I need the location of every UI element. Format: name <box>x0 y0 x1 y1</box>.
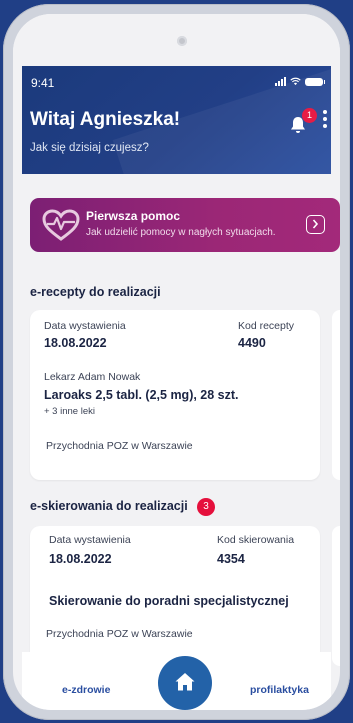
prescription-code-value: 4490 <box>238 336 266 350</box>
prescriptions-section-title: e-recepty do realizacji <box>30 285 161 299</box>
greeting-title: Witaj Agnieszka! <box>30 109 181 130</box>
nav-profilaktyka[interactable]: profilaktyka <box>250 684 309 696</box>
referral-date-label: Data wystawienia <box>49 534 131 546</box>
status-time: 9:41 <box>31 76 55 90</box>
signal-icon <box>275 77 286 86</box>
home-icon <box>175 673 195 691</box>
prescription-medicine: Laroaks 2,5 tabl. (2,5 mg), 28 szt. <box>44 388 239 402</box>
wifi-icon <box>290 77 301 86</box>
referral-date-value: 18.08.2022 <box>49 552 112 566</box>
heart-pulse-icon <box>42 209 80 241</box>
phone-screen: 9:41 Witaj Agnieszka! Jak się dzisiaj cz… <box>13 14 340 710</box>
referral-clinic: Przychodnia POZ w Warszawie <box>46 628 193 640</box>
prescription-card[interactable]: Data wystawienia 18.08.2022 Kod recepty … <box>30 310 320 480</box>
nav-e-zdrowie[interactable]: e-zdrowie <box>62 684 110 696</box>
status-icons <box>275 77 325 86</box>
first-aid-banner[interactable]: Pierwsza pomoc Jak udzielić pomocy w nag… <box>30 198 340 252</box>
next-prescription-card-peek[interactable] <box>332 310 340 480</box>
more-menu-icon[interactable] <box>322 110 328 132</box>
battery-icon <box>305 77 325 86</box>
camera-dot <box>177 36 187 46</box>
home-button[interactable] <box>158 656 212 710</box>
header: 9:41 Witaj Agnieszka! Jak się dzisiaj cz… <box>22 66 331 174</box>
phone-frame: 9:41 Witaj Agnieszka! Jak się dzisiaj cz… <box>3 4 350 720</box>
next-referral-card-peek[interactable] <box>332 526 340 666</box>
first-aid-title: Pierwsza pomoc <box>86 209 181 223</box>
referral-code-value: 4354 <box>217 552 245 566</box>
first-aid-description: Jak udzielić pomocy w nagłych sytuacjach… <box>86 227 276 238</box>
prescription-more-medicines: + 3 inne leki <box>44 406 95 417</box>
prescription-date-value: 18.08.2022 <box>44 336 107 350</box>
bottom-navigation: e-zdrowie profilaktyka <box>22 652 331 710</box>
greeting-subtitle: Jak się dzisiaj czujesz? <box>30 142 149 154</box>
referrals-section-title: e-skierowania do realizacji <box>30 499 188 513</box>
referral-card[interactable]: Data wystawienia 18.08.2022 Kod skierowa… <box>30 526 320 666</box>
phone-top-bezel <box>13 14 340 66</box>
chevron-right-icon[interactable] <box>306 215 325 234</box>
prescription-code-label: Kod recepty <box>238 320 295 332</box>
referral-code-label: Kod skierowania <box>217 534 295 546</box>
main-content: Pierwsza pomoc Jak udzielić pomocy w nag… <box>22 174 340 666</box>
prescription-doctor: Lekarz Adam Nowak <box>44 371 141 383</box>
prescription-clinic: Przychodnia POZ w Warszawie <box>46 440 193 452</box>
referral-title: Skierowanie do poradni specjalistycznej <box>49 594 289 608</box>
bell-icon[interactable] <box>288 115 308 135</box>
referrals-count-badge: 3 <box>197 498 215 516</box>
prescription-date-label: Data wystawienia <box>44 320 126 332</box>
notification-badge: 1 <box>302 108 317 123</box>
